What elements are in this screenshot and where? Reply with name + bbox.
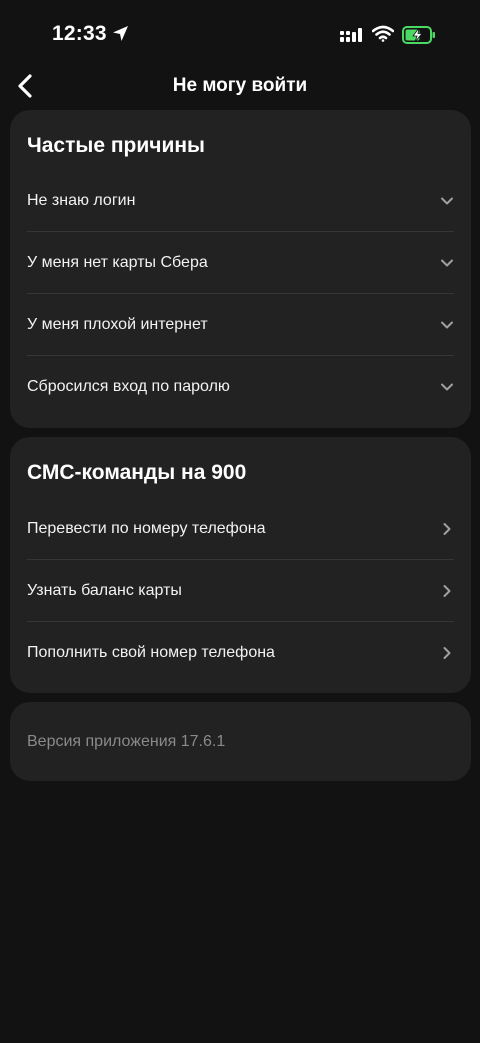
reason-item-password-reset[interactable]: Сбросился вход по паролю (27, 356, 454, 418)
reason-item-unknown-login[interactable]: Не знаю логин (27, 170, 454, 232)
sms-item-label: Перевести по номеру телефона (27, 520, 266, 537)
chevron-right-icon (443, 523, 451, 535)
frequent-reasons-title: Частые причины (27, 134, 205, 157)
sms-item-top-up-phone[interactable]: Пополнить свой номер телефона (27, 622, 454, 684)
chevron-down-icon (441, 197, 453, 205)
signal-icon (340, 28, 362, 42)
sms-item-card-balance[interactable]: Узнать баланс карты (27, 560, 454, 622)
sms-commands-card: СМС-команды на 900 Перевести по номеру т… (10, 437, 471, 693)
chevron-right-icon (443, 647, 451, 659)
battery-charging-icon (402, 26, 435, 44)
reason-item-label: Сбросился вход по паролю (27, 378, 230, 395)
chevron-right-icon (443, 585, 451, 597)
nav-bar: Не могу войти (0, 66, 480, 106)
reason-item-no-card[interactable]: У меня нет карты Сбера (27, 232, 454, 294)
sms-item-label: Узнать баланс карты (27, 582, 182, 599)
location-arrow-icon (113, 26, 128, 41)
wifi-icon (372, 25, 394, 42)
app-version-card: Версия приложения 17.6.1 (10, 702, 471, 781)
chevron-down-icon (441, 321, 453, 329)
frequent-reasons-card: Частые причины Не знаю логин У меня нет … (10, 110, 471, 428)
sms-item-transfer-by-phone[interactable]: Перевести по номеру телефона (27, 498, 454, 560)
sms-commands-title: СМС-команды на 900 (27, 461, 247, 484)
chevron-down-icon (441, 259, 453, 267)
reason-item-label: У меня плохой интернет (27, 316, 208, 333)
status-bar: 12:33 (0, 0, 480, 70)
sms-item-label: Пополнить свой номер телефона (27, 644, 275, 661)
reason-item-bad-internet[interactable]: У меня плохой интернет (27, 294, 454, 356)
status-time: 12:33 (52, 22, 107, 45)
reason-item-label: У меня нет карты Сбера (27, 254, 208, 271)
reason-item-label: Не знаю логин (27, 192, 136, 209)
page-title: Не могу войти (172, 75, 308, 96)
chevron-down-icon (441, 383, 453, 391)
app-version-text: Версия приложения 17.6.1 (27, 733, 226, 750)
